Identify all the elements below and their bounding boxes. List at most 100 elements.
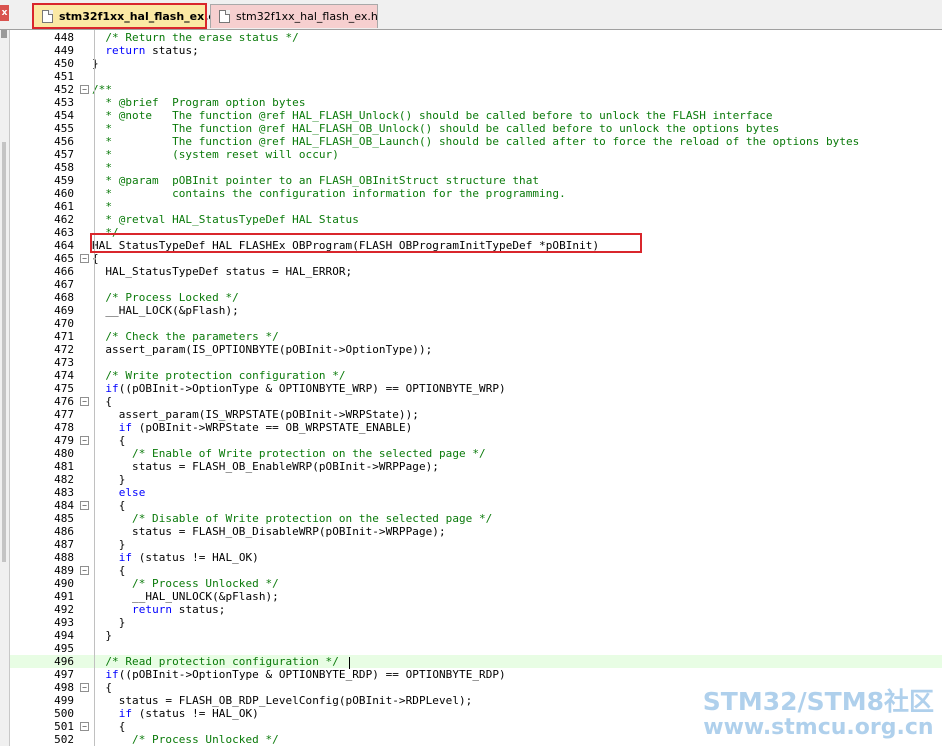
code-line[interactable]: 481 status = FLASH_OB_EnableWRP(pOBInit-… bbox=[10, 460, 942, 473]
code-line[interactable]: 457 * (system reset will occur) bbox=[10, 148, 942, 161]
line-number: 476 bbox=[54, 395, 74, 408]
code-line[interactable]: 479− { bbox=[10, 434, 942, 447]
left-scrollbar[interactable] bbox=[0, 30, 10, 746]
code-line[interactable]: 488 if (status != HAL_OK) bbox=[10, 551, 942, 564]
code-line[interactable]: 455 * The function @ref HAL_FLASH_OB_Unl… bbox=[10, 122, 942, 135]
code-line[interactable]: 482 } bbox=[10, 473, 942, 486]
file-icon bbox=[219, 10, 230, 23]
line-number: 499 bbox=[54, 694, 74, 707]
code-line[interactable]: 462 * @retval HAL_StatusTypeDef HAL Stat… bbox=[10, 213, 942, 226]
code-line[interactable]: 450} bbox=[10, 57, 942, 70]
code-line[interactable]: 458 * bbox=[10, 161, 942, 174]
code-line[interactable]: 472 assert_param(IS_OPTIONBYTE(pOBInit->… bbox=[10, 343, 942, 356]
code-line[interactable]: 489− { bbox=[10, 564, 942, 577]
fold-toggle-icon[interactable]: − bbox=[80, 85, 89, 94]
code-text: return status; bbox=[132, 603, 226, 616]
scroll-marker bbox=[1, 30, 7, 38]
code-line[interactable]: 452−/** bbox=[10, 83, 942, 96]
fold-toggle-icon[interactable]: − bbox=[80, 501, 89, 510]
code-line[interactable]: 483 else bbox=[10, 486, 942, 499]
code-line[interactable]: 476− { bbox=[10, 395, 942, 408]
code-line[interactable]: 493 } bbox=[10, 616, 942, 629]
code-line[interactable]: 460 * contains the configuration informa… bbox=[10, 187, 942, 200]
code-comment: * @brief Program option bytes bbox=[92, 96, 306, 109]
code-line[interactable]: 467 bbox=[10, 278, 942, 291]
code-line[interactable]: 456 * The function @ref HAL_FLASH_OB_Lau… bbox=[10, 135, 942, 148]
line-number: 494 bbox=[54, 629, 74, 642]
code-line[interactable]: 459 * @param pOBInit pointer to an FLASH… bbox=[10, 174, 942, 187]
fold-toggle-icon[interactable]: − bbox=[80, 683, 89, 692]
code-text: if (status != HAL_OK) bbox=[118, 551, 259, 564]
code-line[interactable]: 490 /* Process Unlocked */ bbox=[10, 577, 942, 590]
code-text: { bbox=[92, 395, 113, 408]
close-file-icon[interactable]: x bbox=[0, 5, 9, 21]
code-line[interactable]: 491 __HAL_UNLOCK(&pFlash); bbox=[10, 590, 942, 603]
line-number: 501 bbox=[54, 720, 74, 733]
code-line[interactable]: 466 HAL_StatusTypeDef status = HAL_ERROR… bbox=[10, 265, 942, 278]
code-line[interactable]: 454 * @note The function @ref HAL_FLASH_… bbox=[10, 109, 942, 122]
fold-toggle-icon[interactable]: − bbox=[80, 254, 89, 263]
code-comment: * @note The function @ref HAL_FLASH_Unlo… bbox=[92, 109, 773, 122]
code-line[interactable]: 480 /* Enable of Write protection on the… bbox=[10, 447, 942, 460]
line-number: 471 bbox=[54, 330, 74, 343]
line-number: 470 bbox=[54, 317, 74, 330]
code-text: { bbox=[92, 252, 99, 265]
code-line[interactable]: 494 } bbox=[10, 629, 942, 642]
line-number: 456 bbox=[54, 135, 74, 148]
code-editor[interactable]: 448 /* Return the erase status */449 ret… bbox=[10, 30, 942, 746]
fold-toggle-icon[interactable]: − bbox=[80, 722, 89, 731]
code-line[interactable]: 478 if (pOBInit->WRPState == OB_WRPSTATE… bbox=[10, 421, 942, 434]
code-line[interactable]: 473 bbox=[10, 356, 942, 369]
code-line[interactable]: 449 return status; bbox=[10, 44, 942, 57]
code-line[interactable]: 461 * bbox=[10, 200, 942, 213]
code-comment: * The function @ref HAL_FLASH_OB_Launch(… bbox=[92, 135, 860, 148]
code-line[interactable]: 496 /* Read protection configuration */ bbox=[10, 655, 942, 668]
line-number: 460 bbox=[54, 187, 74, 200]
code-line[interactable]: 477 assert_param(IS_WRPSTATE(pOBInit->WR… bbox=[10, 408, 942, 421]
code-line[interactable]: 492 return status; bbox=[10, 603, 942, 616]
code-line[interactable]: 497 if((pOBInit->OptionType & OPTIONBYTE… bbox=[10, 668, 942, 681]
line-number: 448 bbox=[54, 31, 74, 44]
code-text: { bbox=[92, 499, 126, 512]
code-line[interactable]: 465−{ bbox=[10, 252, 942, 265]
code-line[interactable]: 484− { bbox=[10, 499, 942, 512]
code-line[interactable]: 451 bbox=[10, 70, 942, 83]
code-line[interactable]: 448 /* Return the erase status */ bbox=[10, 31, 942, 44]
scrollbar-thumb[interactable] bbox=[2, 142, 6, 562]
watermark-title: STM32/STM8社区 bbox=[702, 687, 934, 716]
text-cursor bbox=[349, 657, 350, 669]
tab-flash-ex-h[interactable]: stm32f1xx_hal_flash_ex.h bbox=[210, 4, 378, 28]
code-line[interactable]: 470 bbox=[10, 317, 942, 330]
line-number: 480 bbox=[54, 447, 74, 460]
line-number: 451 bbox=[54, 70, 74, 83]
code-comment: /* Read protection configuration */ bbox=[92, 655, 339, 668]
code-line[interactable]: 468 /* Process Locked */ bbox=[10, 291, 942, 304]
code-text: } bbox=[92, 473, 126, 486]
fold-toggle-icon[interactable]: − bbox=[80, 397, 89, 406]
code-text: if((pOBInit->OptionType & OPTIONBYTE_RDP… bbox=[105, 668, 506, 681]
code-line[interactable]: 487 } bbox=[10, 538, 942, 551]
fold-toggle-icon[interactable]: − bbox=[80, 566, 89, 575]
code-line[interactable]: 475 if((pOBInit->OptionType & OPTIONBYTE… bbox=[10, 382, 942, 395]
keyword: return bbox=[132, 603, 173, 616]
code-line[interactable]: 486 status = FLASH_OB_DisableWRP(pOBInit… bbox=[10, 525, 942, 538]
code-line[interactable]: 453 * @brief Program option bytes bbox=[10, 96, 942, 109]
code-comment: * bbox=[92, 200, 113, 213]
line-number: 492 bbox=[54, 603, 74, 616]
line-number: 464 bbox=[54, 239, 74, 252]
code-line[interactable]: 485 /* Disable of Write protection on th… bbox=[10, 512, 942, 525]
watermark-url: www.stmcu.org.cn bbox=[703, 715, 934, 740]
code-line[interactable]: 471 /* Check the parameters */ bbox=[10, 330, 942, 343]
tab-flash-ex-c[interactable]: stm32f1xx_hal_flash_ex.c bbox=[32, 3, 215, 29]
line-number: 455 bbox=[54, 122, 74, 135]
code-line[interactable]: 474 /* Write protection configuration */ bbox=[10, 369, 942, 382]
line-number: 481 bbox=[54, 460, 74, 473]
fold-toggle-icon[interactable]: − bbox=[80, 436, 89, 445]
line-number: 500 bbox=[54, 707, 74, 720]
line-number: 479 bbox=[54, 434, 74, 447]
code-line[interactable]: 469 __HAL_LOCK(&pFlash); bbox=[10, 304, 942, 317]
code-comment: /* Process Unlocked */ bbox=[92, 733, 279, 746]
line-number: 473 bbox=[54, 356, 74, 369]
code-line[interactable]: 495 bbox=[10, 642, 942, 655]
code-text: status = FLASH_OB_RDP_LevelConfig(pOBIni… bbox=[92, 694, 473, 707]
